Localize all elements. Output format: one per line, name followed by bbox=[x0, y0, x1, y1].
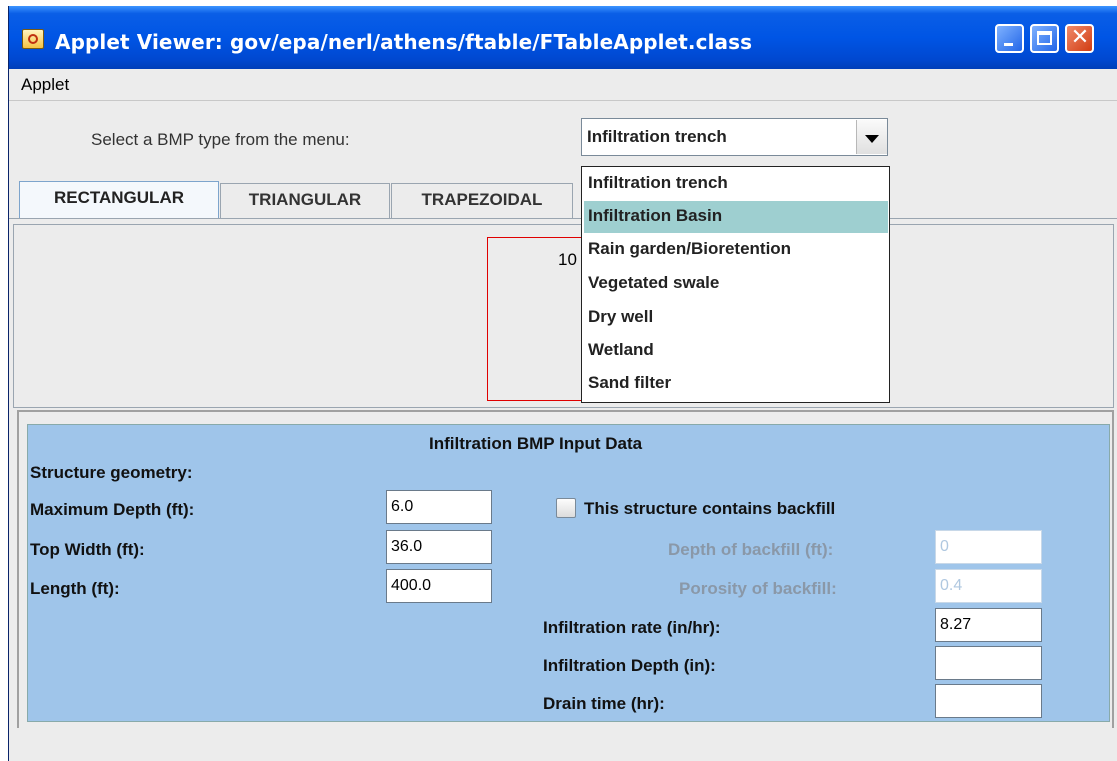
minimize-icon bbox=[1004, 43, 1013, 46]
close-icon: ✕ bbox=[1070, 25, 1090, 50]
infiltration-depth-field[interactable] bbox=[935, 646, 1042, 680]
dropdown-item-wetland[interactable]: Wetland bbox=[584, 335, 888, 367]
maximize-button[interactable] bbox=[1030, 24, 1059, 53]
drain-time-label: Drain time (hr): bbox=[543, 694, 665, 713]
length-label: Length (ft): bbox=[30, 579, 120, 598]
backfill-checkbox-label: This structure contains backfill bbox=[584, 499, 836, 518]
drain-time-field[interactable] bbox=[935, 684, 1042, 718]
tab-divider bbox=[9, 218, 1117, 219]
structure-geometry-label: Structure geometry: bbox=[30, 463, 193, 482]
bmp-type-dropdown-list: Infiltration trench Infiltration Basin R… bbox=[581, 166, 890, 403]
tab-rectangular[interactable]: RECTANGULAR bbox=[19, 181, 219, 219]
backfill-checkbox[interactable] bbox=[556, 498, 576, 518]
length-field[interactable] bbox=[386, 569, 492, 603]
window-title: Applet Viewer: gov/epa/nerl/athens/ftabl… bbox=[55, 30, 753, 54]
close-button[interactable]: ✕ bbox=[1065, 24, 1094, 53]
menu-bar: Applet bbox=[9, 69, 1117, 101]
bmp-type-selected: Infiltration trench bbox=[587, 127, 727, 146]
porosity-backfill-label: Porosity of backfill: bbox=[679, 579, 837, 598]
infiltration-rate-field[interactable] bbox=[935, 608, 1042, 642]
top-width-field[interactable] bbox=[386, 530, 492, 564]
infiltration-depth-label: Infiltration Depth (in): bbox=[543, 656, 716, 675]
top-width-label: Top Width (ft): bbox=[30, 540, 145, 559]
dropdown-item-infiltration-basin[interactable]: Infiltration Basin bbox=[584, 201, 888, 233]
infiltration-rate-label: Infiltration rate (in/hr): bbox=[543, 618, 721, 637]
dropdown-item-dry-well[interactable]: Dry well bbox=[584, 302, 888, 334]
depth-backfill-field bbox=[935, 530, 1042, 564]
minimize-button[interactable] bbox=[995, 24, 1024, 53]
java-icon bbox=[22, 29, 44, 49]
bmp-type-combobox[interactable]: Infiltration trench bbox=[581, 118, 888, 156]
drawing-dimension-label: 10 bbox=[558, 250, 577, 269]
status-strip bbox=[9, 728, 1117, 761]
form-title: Infiltration BMP Input Data bbox=[429, 434, 643, 453]
depth-backfill-label: Depth of backfill (ft): bbox=[668, 540, 834, 559]
dropdown-item-sand-filter[interactable]: Sand filter bbox=[584, 368, 888, 400]
menu-applet[interactable]: Applet bbox=[21, 75, 69, 95]
applet-window: Applet Viewer: gov/epa/nerl/athens/ftabl… bbox=[8, 6, 1117, 761]
porosity-backfill-field bbox=[935, 569, 1042, 603]
chevron-down-icon[interactable] bbox=[856, 120, 887, 154]
max-depth-label: Maximum Depth (ft): bbox=[30, 500, 195, 519]
maximize-icon bbox=[1037, 31, 1052, 45]
tab-triangular[interactable]: TRIANGULAR bbox=[220, 183, 390, 219]
bmp-select-prompt: Select a BMP type from the menu: bbox=[91, 130, 350, 149]
max-depth-field[interactable] bbox=[386, 490, 492, 524]
dropdown-item-infiltration-trench[interactable]: Infiltration trench bbox=[584, 168, 888, 200]
dropdown-item-vegetated-swale[interactable]: Vegetated swale bbox=[584, 268, 888, 300]
title-bar[interactable]: Applet Viewer: gov/epa/nerl/athens/ftabl… bbox=[9, 6, 1117, 69]
tab-trapezoidal[interactable]: TRAPEZOIDAL bbox=[391, 183, 573, 219]
dropdown-item-rain-garden[interactable]: Rain garden/Bioretention bbox=[584, 234, 888, 266]
